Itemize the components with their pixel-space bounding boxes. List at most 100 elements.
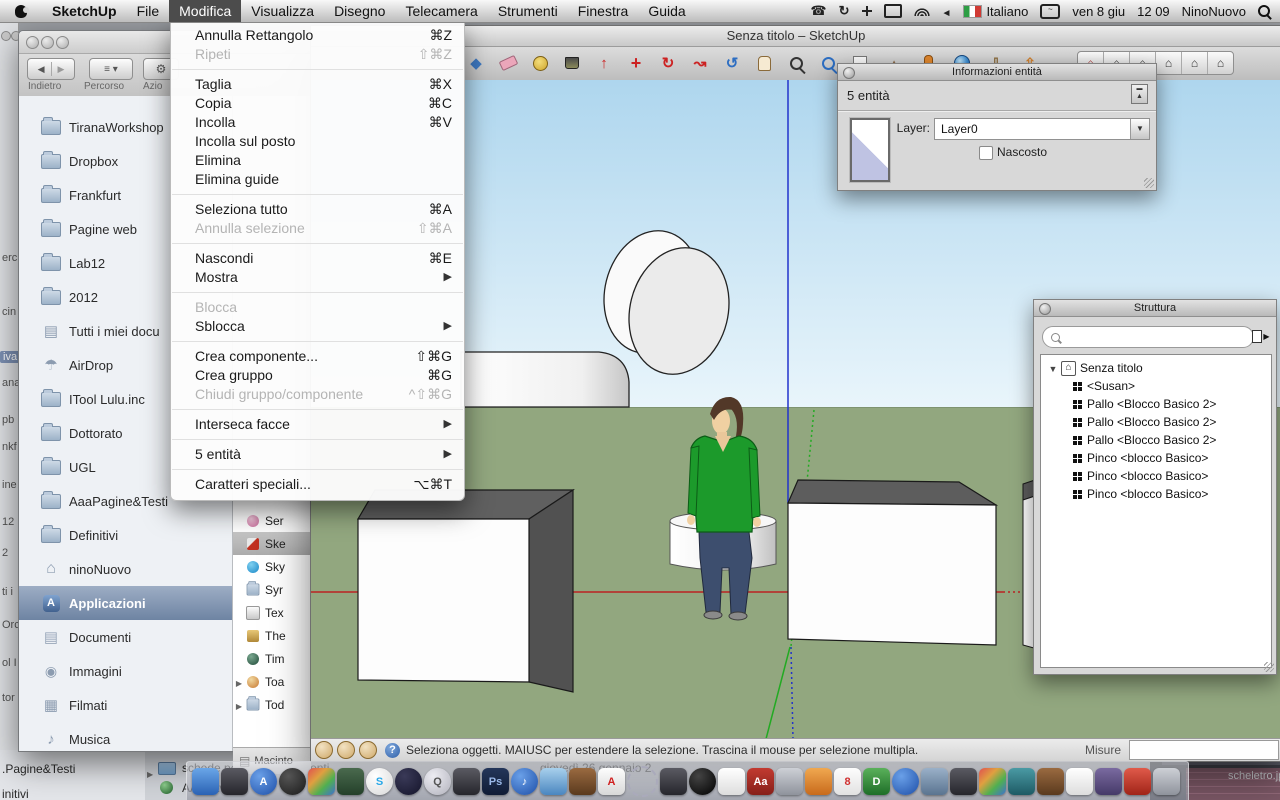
measure-input[interactable] [1129,740,1279,760]
tape-measure-icon[interactable] [527,50,553,76]
menu-modifica[interactable]: Modifica [169,0,241,22]
list-item[interactable]: Sky [233,555,311,578]
tree-root-row[interactable]: Senza titolo [1041,359,1271,377]
dock-icon-garageband[interactable] [569,768,596,795]
apple-menu[interactable] [0,0,42,22]
menu-item-annulla[interactable]: Annulla Rettangolo⌘Z [171,26,464,45]
outliner-search-field[interactable] [1042,326,1254,348]
search-input[interactable] [1064,330,1228,344]
outliner-titlebar[interactable]: Struttura [1034,300,1276,317]
dock-icon-itunes[interactable]: ♪ [511,768,538,795]
disclosure-triangle-icon[interactable] [1049,361,1058,375]
dock-icon-notes[interactable] [1066,768,1093,795]
dock-icon-word-document[interactable]: D [863,768,890,795]
accessibility-icon[interactable] [862,6,872,16]
list-item[interactable]: Tim [233,647,311,670]
dock-icon-itunes-classic[interactable] [395,768,422,795]
dock-icon-iphoto[interactable] [660,768,687,795]
minimize-button[interactable] [41,36,54,49]
menu-item-seleziona-tutto[interactable]: Seleziona tutto⌘A [171,200,464,219]
list-item[interactable]: Syr [233,578,311,601]
close-icon[interactable] [1039,303,1051,315]
dock-icon-numbers[interactable] [1037,768,1064,795]
tree-item[interactable]: Pinco <blocco Basico> [1041,449,1271,467]
menu-item-interseca-facce[interactable]: Interseca facce▶ [171,415,464,434]
dock-icon-textedit[interactable] [718,768,745,795]
right-view-button[interactable]: ⌂ [1156,52,1182,74]
display-icon[interactable] [884,4,902,18]
dock-icon-photo-booth[interactable] [689,768,716,795]
time-machine-icon[interactable] [839,3,850,19]
menu-item-5-entita[interactable]: 5 entità▶ [171,445,464,464]
dock-icon-keynote[interactable] [1008,768,1035,795]
menu-item-incolla-sul-posto[interactable]: Incolla sul posto [171,132,464,151]
zoom-tool-icon[interactable] [783,50,809,76]
orbit-tool-icon[interactable] [719,50,745,76]
menu-item-caratteri-speciali[interactable]: Caratteri speciali...⌥⌘T [171,475,464,494]
sidebar-item-immagini[interactable]: Immagini [19,654,232,688]
dock-icon-skype[interactable]: S [366,768,393,795]
dock-icon-pages[interactable] [805,768,832,795]
tree-item[interactable]: Pallo <Blocco Basico 2> [1041,395,1271,413]
resize-grip[interactable] [1144,178,1154,188]
menu-item-crea-componente[interactable]: Crea componente...⇧⌘G [171,347,464,366]
dock-icon-launchpad[interactable] [453,768,480,795]
geo-credit-icon[interactable] [315,741,333,759]
back-view-button[interactable]: ⌂ [1182,52,1208,74]
dock-icon-safari[interactable] [892,768,919,795]
dock-icon-system-preferences[interactable] [776,768,803,795]
user-menu[interactable]: NinoNuovo [1182,4,1246,19]
menu-item-incolla[interactable]: Incolla⌘V [171,113,464,132]
menu-finestra[interactable]: Finestra [568,0,639,22]
sidebar-item-applicazioni[interactable]: AApplicazioni [19,586,232,620]
attribution-icon[interactable] [337,741,355,759]
dock-icon-dictionary[interactable]: Aa [747,768,774,795]
dock-icon-quicktime[interactable]: Q [424,768,451,795]
menu-item-taglia[interactable]: Taglia⌘X [171,75,464,94]
menu-item-nascondi[interactable]: Nascondi⌘E [171,249,464,268]
sidebar-item-musica[interactable]: Musica [19,722,232,751]
back-forward-buttons[interactable] [27,58,75,80]
eraser-tool-icon[interactable] [495,50,521,76]
close-icon[interactable] [843,67,855,79]
dock-icon-finder[interactable] [192,768,219,795]
list-item[interactable]: Toa [233,670,311,693]
dock-icon-time-machine[interactable] [221,768,248,795]
menu-date[interactable]: ven 8 giu [1072,4,1125,19]
collapse-toggle-icon[interactable] [1131,84,1148,104]
dock-icon-app-store[interactable]: A [250,768,277,795]
widget-icon[interactable]: ~ [1040,4,1060,19]
dock-icon-terminal[interactable] [950,768,977,795]
help-icon[interactable] [385,743,400,758]
list-item[interactable]: Tex [233,601,311,624]
dock-icon-photos[interactable] [308,768,335,795]
paint-bucket-icon[interactable] [559,50,585,76]
move-tool-icon[interactable] [623,50,649,76]
sidebar-item-ninonuovo[interactable]: ninoNuovo [19,552,232,586]
spotlight-icon[interactable] [1258,5,1270,17]
layer-dropdown[interactable]: Layer0 ▼ [934,118,1150,140]
menu-item-elimina-guide[interactable]: Elimina guide [171,170,464,189]
back-icon[interactable] [38,64,45,75]
filter-button[interactable] [1250,326,1272,346]
dock-icon-mail[interactable] [921,768,948,795]
dock-icon-downloads[interactable] [627,766,658,797]
tree-item[interactable]: <Susan> [1041,377,1271,395]
menu-item-sblocca[interactable]: Sblocca▶ [171,317,464,336]
tree-item[interactable]: Pallo <Blocco Basico 2> [1041,413,1271,431]
dock-icon-acrobat-reader[interactable]: A [598,768,625,795]
disclosure-triangle-icon[interactable] [236,698,242,712]
menu-sketchup[interactable]: SketchUp [42,0,127,22]
menu-item-crea-gruppo[interactable]: Crea gruppo⌘G [171,366,464,385]
disclosure-triangle-icon[interactable] [236,675,242,689]
list-item[interactable]: The [233,624,311,647]
license-icon[interactable] [359,741,377,759]
menu-item-mostra[interactable]: Mostra▶ [171,268,464,287]
menu-file[interactable]: File [127,0,170,22]
plan-view-button[interactable]: ⌂ [1208,52,1233,74]
menu-disegno[interactable]: Disegno [324,0,395,22]
close-button[interactable] [26,36,39,49]
material-swatch[interactable] [850,118,890,182]
dock-icon-game-center[interactable] [337,768,364,795]
dock-icon-address-book[interactable] [1095,768,1122,795]
